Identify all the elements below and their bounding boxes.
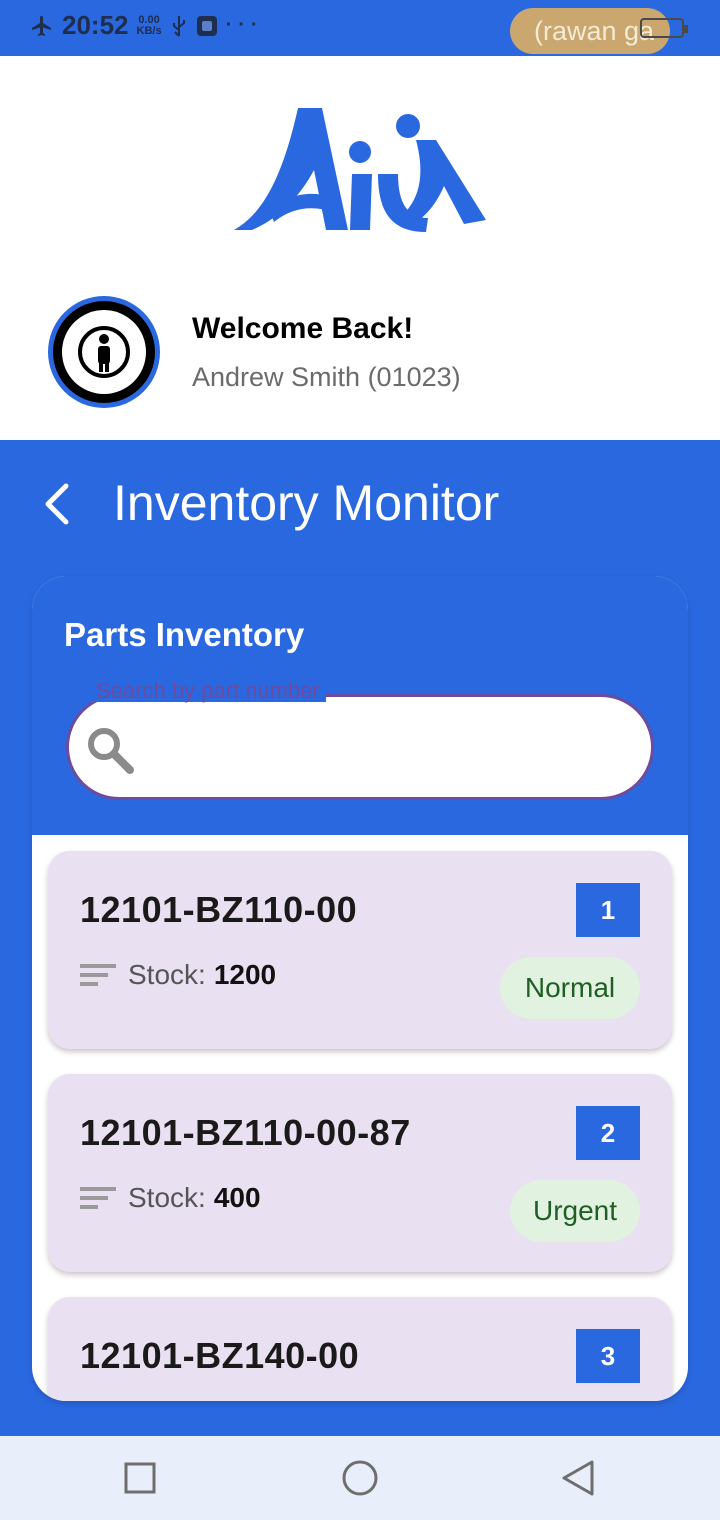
status-time: 20:52 [62,10,129,40]
user-name: Andrew Smith (01023) [192,362,461,392]
status-badge: Urgent [510,1180,640,1242]
system-nav-bar [0,1436,720,1520]
sort-lines-icon [80,1187,116,1209]
parts-inventory-panel: Parts Inventory Search by part number 12… [32,576,688,1401]
airplane-icon [32,15,51,36]
stock-label: Stock: [128,1182,206,1213]
triangle-back-icon[interactable] [556,1456,600,1500]
usb-icon [172,15,185,37]
circle-icon[interactable] [338,1456,382,1500]
parts-list: 12101-BZ110-00 Stock: 1200 1 Normal 1210… [32,835,688,1401]
panel-header: Parts Inventory Search by part number [32,576,688,835]
part-number: 12101-BZ140-00 [80,1335,360,1376]
list-item[interactable]: 12101-BZ110-00-87 Stock: 400 2 Urgent [48,1074,672,1272]
sort-lines-icon [80,964,116,986]
search-label: Search by part number [90,680,326,702]
part-number: 12101-BZ110-00-87 [80,1112,411,1153]
item-index-badge: 2 [576,1106,640,1160]
search-icon [88,728,134,774]
item-index-badge: 3 [576,1329,640,1383]
square-icon[interactable] [118,1456,162,1500]
status-badge: Normal [500,957,640,1019]
brand-logo [234,108,486,232]
page-title: Inventory Monitor [113,475,500,531]
search-input[interactable] [152,704,632,790]
part-number: 12101-BZ110-00 [80,889,358,930]
welcome-heading: Welcome Back! [192,312,414,345]
speed-unit: KB/s [136,24,162,37]
stock-row: Stock: 400 [80,1182,261,1214]
stock-value: 400 [213,1182,261,1213]
person-info-icon [78,326,130,378]
network-speed: 0.00 KB/s [136,14,162,37]
status-left: 20:52 0.00 KB/s ··· [30,10,264,41]
stock-label: Stock: [128,959,206,990]
stock-value: 1200 [213,959,277,990]
stock-row: Stock: 1200 [80,959,276,991]
panel-title: Parts Inventory [64,616,305,653]
user-header: Welcome Back! Andrew Smith (01023) [0,56,720,440]
list-item[interactable]: 12101-BZ140-00 3 [48,1297,672,1401]
chevron-left-icon[interactable] [36,478,80,530]
battery-icon [640,18,688,38]
list-item[interactable]: 12101-BZ110-00 Stock: 1200 1 Normal [48,851,672,1049]
avatar[interactable] [48,296,160,408]
status-bar: 20:52 0.00 KB/s ··· (rawan ga [0,0,720,56]
item-index-badge: 1 [576,883,640,937]
more-notifications-icon: ··· [225,14,264,36]
app-notification-icon [196,15,217,36]
